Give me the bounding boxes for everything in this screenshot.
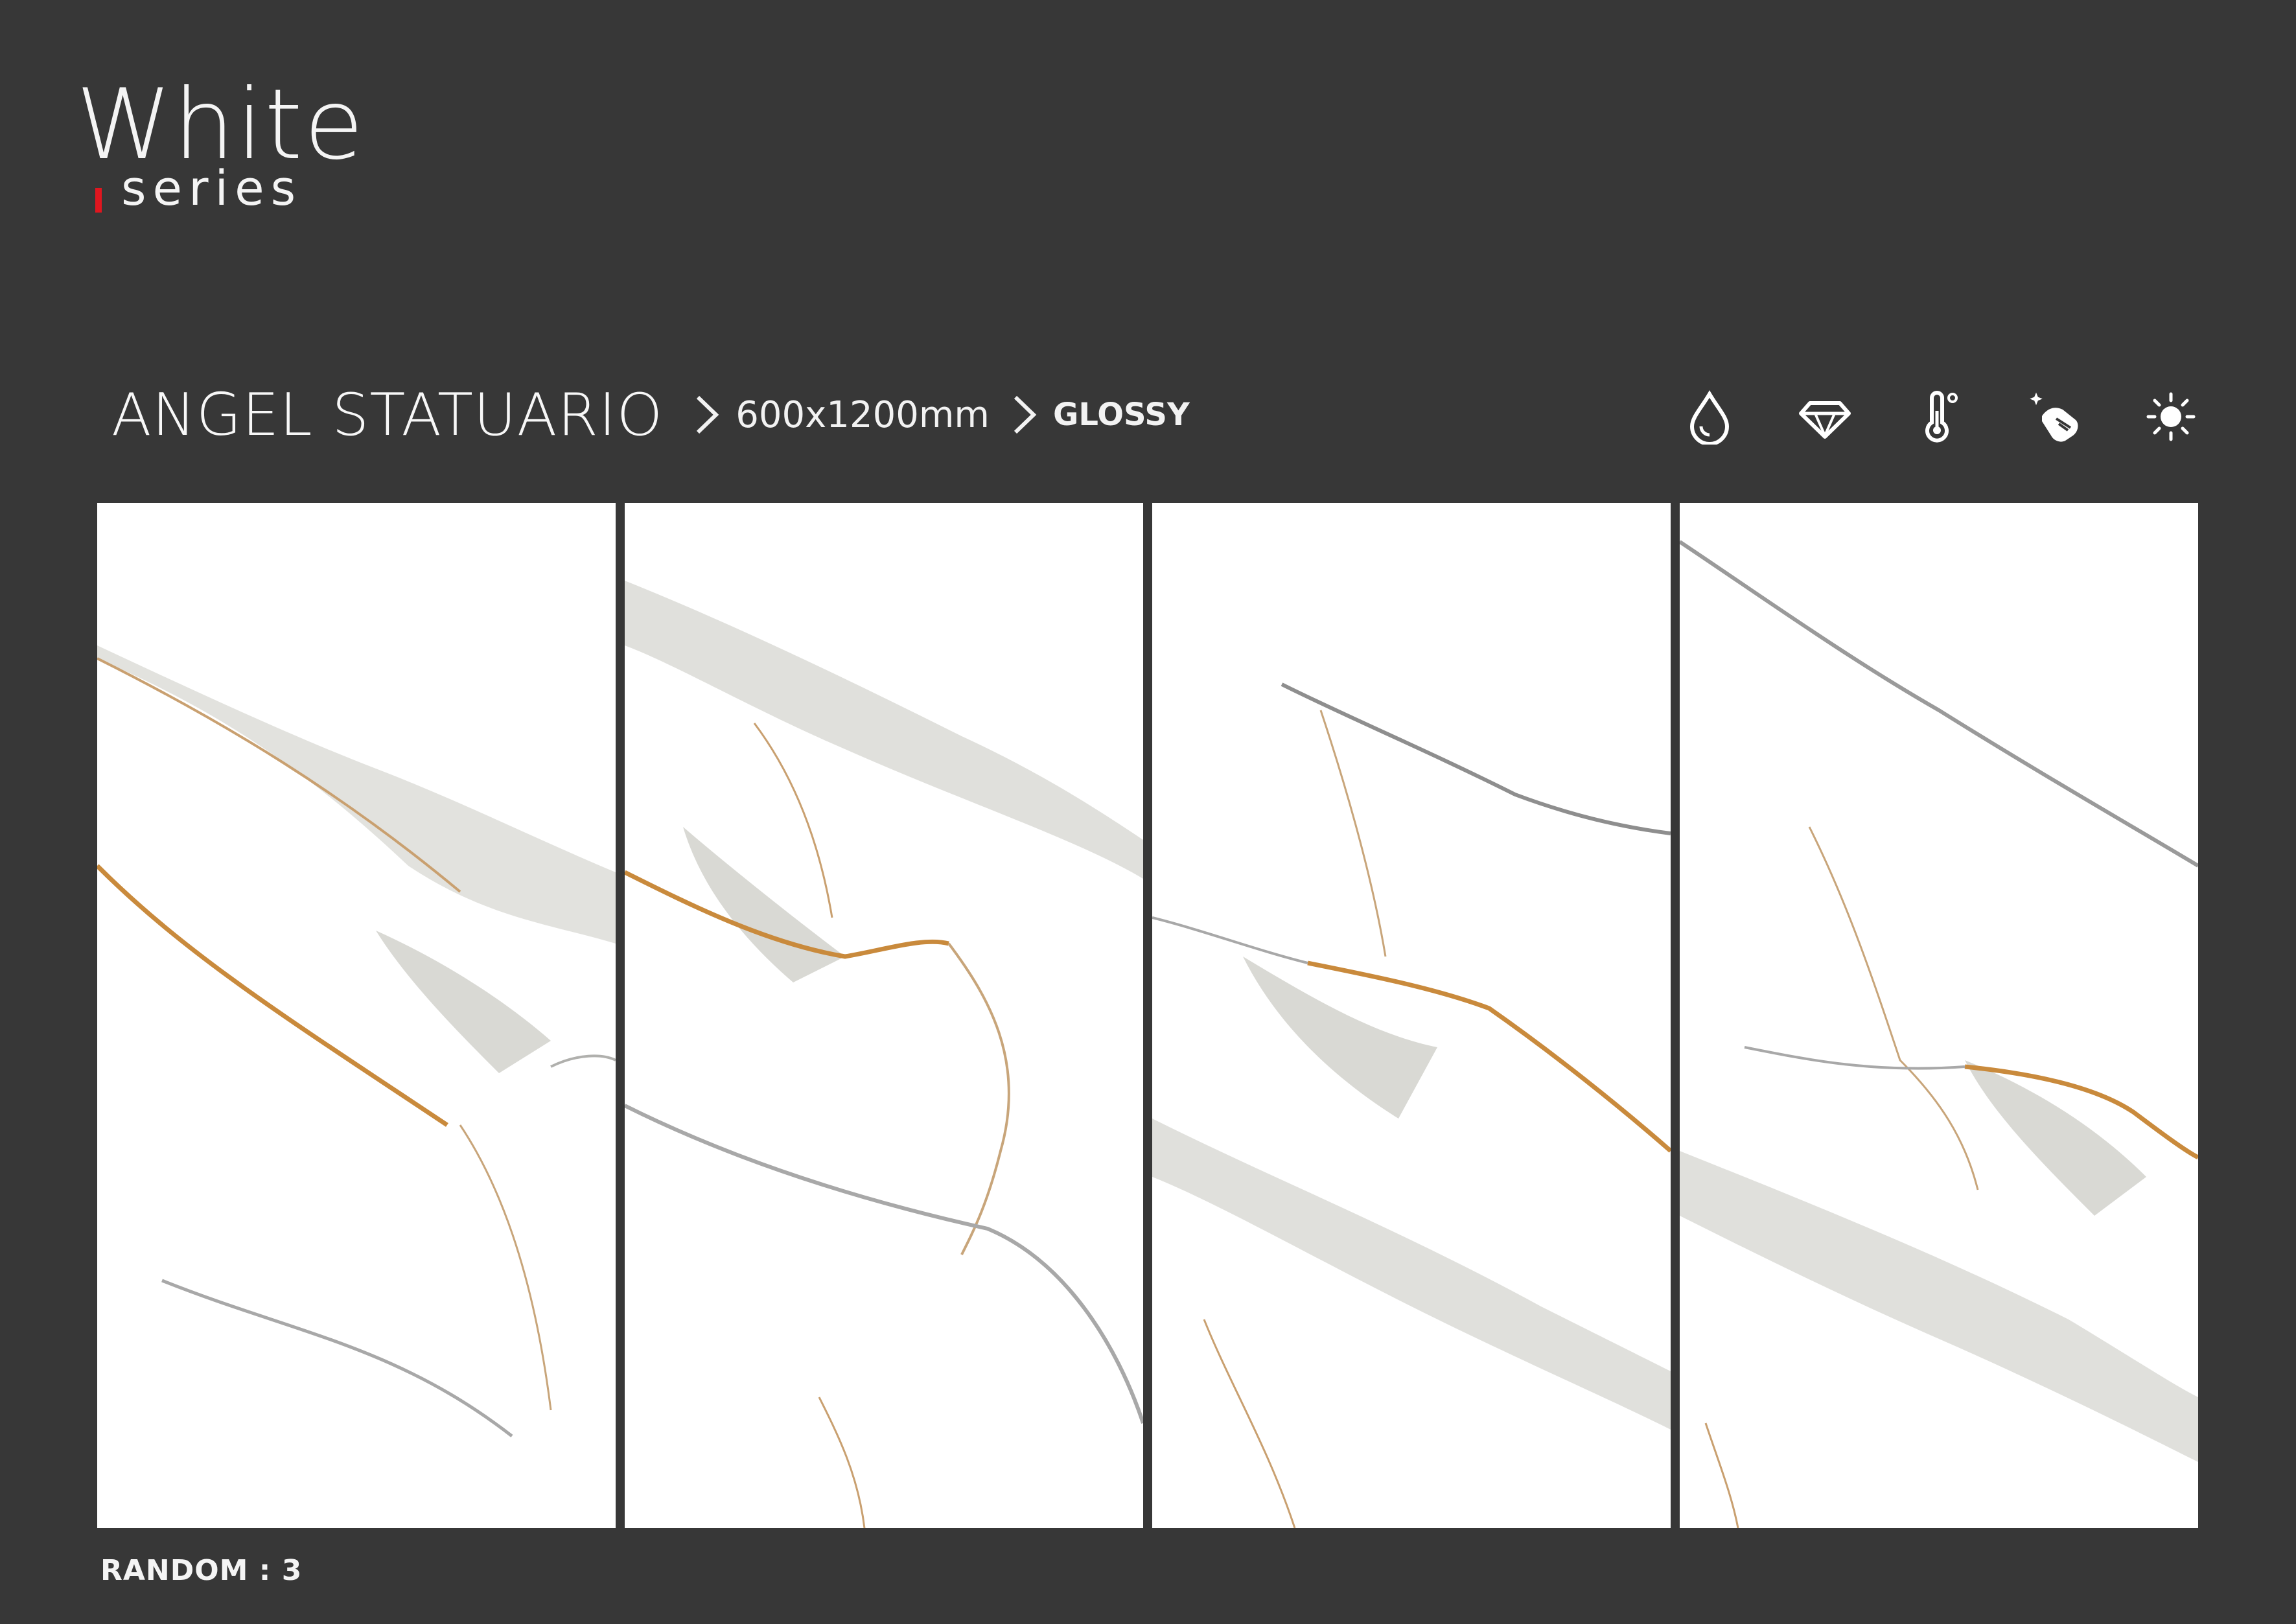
marble-tile-2[interactable]: [625, 503, 1143, 1528]
marble-veins: [97, 645, 616, 1437]
random-count-label: RANDOM : 3: [100, 1554, 303, 1587]
brand-accent-mark: [95, 188, 102, 213]
brand-title: White: [76, 69, 365, 181]
marble-veins: [1680, 540, 2198, 1528]
sun-icon: [2146, 392, 2196, 441]
brand-subtitle: series: [121, 161, 303, 216]
marble-veins: [625, 581, 1143, 1528]
marble-veins: [1152, 682, 1671, 1528]
brand-logo: White series: [76, 69, 365, 213]
feature-icons: [1682, 389, 2199, 445]
chevron-right-icon: [697, 395, 719, 434]
marble-tile-4[interactable]: [1680, 503, 2198, 1528]
marble-tile-1[interactable]: [97, 503, 616, 1528]
product-size: 600x1200mm: [736, 393, 990, 436]
marble-tile-3[interactable]: [1152, 503, 1671, 1528]
product-breadcrumb: ANGEL STATUARIO 600x1200mm GLOSSY: [111, 379, 1190, 450]
product-name: ANGEL STATUARIO: [111, 380, 664, 449]
water-drop-icon: [1689, 390, 1730, 445]
tile-gallery: [97, 503, 2198, 1528]
diamond-icon: [1799, 401, 1851, 439]
thermometer-icon: [1925, 391, 1958, 443]
easy-clean-hand-icon: [2030, 392, 2078, 442]
chevron-right-icon: [1014, 395, 1037, 434]
product-finish: GLOSSY: [1052, 397, 1190, 433]
